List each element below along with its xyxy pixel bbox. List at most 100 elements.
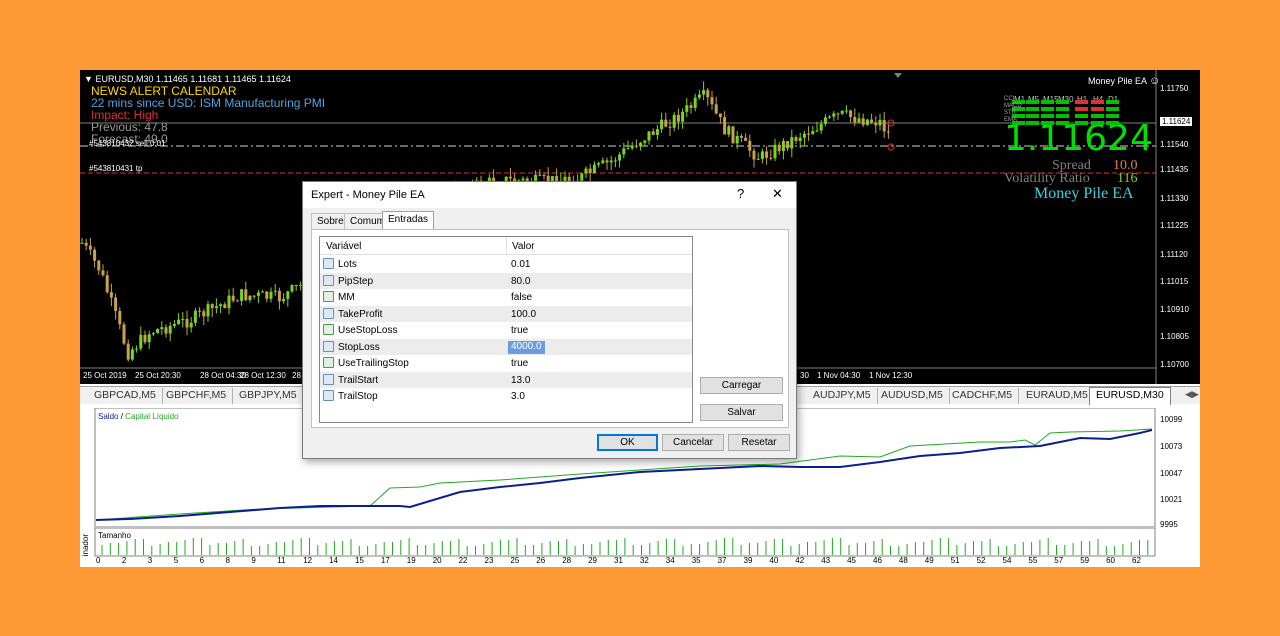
candle-body — [773, 144, 777, 159]
tab-audusd[interactable]: AUDUSD,M5 — [875, 388, 950, 404]
price-tick: 1.11750 — [1160, 84, 1189, 93]
x-tick: 22 — [458, 556, 468, 565]
tab-gbpchf[interactable]: GBPCHF,M5 — [160, 388, 234, 404]
candle-body — [634, 145, 638, 147]
x-tick: 51 — [950, 556, 960, 565]
x-tick: 45 — [847, 556, 856, 565]
candle-body — [844, 110, 848, 112]
candle-body — [282, 298, 286, 302]
price-tick: 1.11120 — [1160, 250, 1188, 259]
candle-body — [597, 163, 601, 165]
ok-button[interactable]: OK — [597, 434, 658, 451]
help-button[interactable]: ? — [737, 186, 744, 201]
reset-button[interactable]: Resetar — [728, 434, 790, 451]
column-variable[interactable]: Variável — [326, 241, 361, 252]
param-row[interactable]: TrailStop 3.0 — [320, 388, 692, 405]
param-row[interactable]: MM false — [320, 289, 692, 306]
param-value[interactable]: 0.01 — [508, 259, 530, 270]
param-value[interactable]: 3.0 — [508, 391, 525, 402]
candle-body — [840, 110, 844, 114]
load-button[interactable]: Carregar — [700, 377, 783, 394]
candle-body — [198, 310, 202, 312]
parameters-grid[interactable]: Variável Valor Lots 0.01 PipStep 80.0 MM fals… — [319, 236, 693, 423]
candle-body — [240, 289, 244, 301]
candle-body — [181, 318, 185, 320]
candle-body — [97, 260, 101, 271]
indicator-cell — [1091, 121, 1104, 125]
tab-scroll-right-icon[interactable]: ▶ — [1192, 389, 1199, 400]
candle-body — [735, 135, 739, 144]
order-tp-label[interactable]: #543810431 tp — [89, 164, 142, 173]
save-button[interactable]: Salvar — [700, 404, 783, 421]
chart-title: EURUSD,M30 1.11465 1.11681 1.11465 1.116… — [95, 74, 291, 84]
param-row[interactable]: TakeProfit 100.0 — [320, 305, 692, 322]
candle-body — [727, 126, 731, 135]
tab-scroll-left-icon[interactable]: ◀ — [1185, 389, 1192, 400]
x-tick: 29 — [588, 556, 597, 565]
candle-body — [151, 333, 155, 335]
close-button[interactable]: ✕ — [772, 186, 783, 202]
x-tick: 11 — [277, 556, 286, 565]
tab-audjpy[interactable]: AUDJPY,M5 — [807, 388, 878, 404]
param-value[interactable]: 4000.0 — [508, 340, 545, 354]
order-sell-label[interactable]: #543810432 sell 0.01 — [89, 139, 166, 148]
candle-body — [874, 122, 878, 126]
candle-body — [693, 97, 697, 108]
param-row[interactable]: Lots 0.01 — [320, 256, 692, 273]
candle-body — [206, 304, 210, 317]
param-row[interactable]: UseStopLoss true — [320, 322, 692, 339]
tab-gbpcad[interactable]: GBPCAD,M5 — [88, 388, 163, 404]
candle-body — [508, 176, 512, 179]
candle-body — [626, 148, 630, 150]
cancel-button[interactable]: Cancelar — [662, 434, 724, 451]
param-value[interactable]: true — [508, 325, 528, 336]
candle-body — [609, 160, 613, 163]
tab-eurusd[interactable]: EURUSD,M30 — [1089, 387, 1171, 405]
param-name: UseTrailingStop — [338, 358, 409, 369]
candle-body — [122, 324, 126, 344]
x-tick: 9 — [251, 556, 256, 565]
tab-gbpjpy[interactable]: GBPJPY,M5 — [233, 388, 304, 404]
candle-body — [601, 160, 605, 164]
param-value[interactable]: false — [508, 292, 532, 303]
tab-cadchf[interactable]: CADCHF,M5 — [946, 388, 1020, 404]
x-tick: 5 — [173, 556, 179, 565]
candle-body — [168, 325, 172, 334]
param-name: TakeProfit — [338, 308, 383, 320]
column-divider[interactable] — [506, 237, 507, 255]
time-tick: 1 Nov 04:30 — [817, 371, 861, 380]
candle-body — [202, 311, 206, 317]
candle-body — [702, 90, 706, 95]
candle-body — [172, 323, 176, 326]
column-value[interactable]: Valor — [512, 241, 535, 252]
indicator-cell — [1091, 107, 1104, 111]
x-tick: 12 — [303, 556, 313, 565]
candle-body — [231, 295, 235, 301]
x-tick: 54 — [1002, 556, 1012, 565]
candle-body — [80, 242, 84, 244]
param-name: Lots — [338, 259, 357, 270]
ea-name-label: Money Pile EA ☺ — [1088, 75, 1160, 87]
dialog-titlebar[interactable]: Expert - Money Pile EA — [303, 182, 796, 208]
param-name: TrailStop — [338, 391, 378, 402]
x-tick: 26 — [536, 556, 546, 565]
time-tick: 28 Oct 12:30 — [240, 371, 286, 380]
indicator-cell — [1056, 121, 1069, 125]
param-row[interactable]: TrailStart 13.0 — [320, 371, 692, 388]
param-value[interactable]: 80.0 — [508, 276, 530, 287]
shift-marker-icon[interactable] — [894, 73, 902, 78]
candle-body — [156, 329, 160, 334]
entry-marker[interactable] — [887, 143, 895, 151]
param-value[interactable]: 13.0 — [508, 375, 530, 386]
time-tick: 1 Nov 12:30 — [869, 371, 913, 380]
tab-euraud[interactable]: EURAUD,M5 — [1020, 388, 1095, 404]
param-value[interactable]: 100.0 — [508, 309, 536, 320]
expert-dialog: Expert - Money Pile EA ? ✕ Sobre Comum E… — [302, 181, 797, 459]
param-row[interactable]: StopLoss 4000.0 — [320, 338, 692, 355]
param-row[interactable]: UseTrailingStop true — [320, 355, 692, 372]
param-row[interactable]: PipStep 80.0 — [320, 272, 692, 289]
price-tick: 1.11435 — [1160, 165, 1189, 174]
tab-entradas[interactable]: Entradas — [382, 211, 435, 230]
indicator-cell — [1056, 107, 1069, 111]
param-value[interactable]: true — [508, 358, 528, 369]
